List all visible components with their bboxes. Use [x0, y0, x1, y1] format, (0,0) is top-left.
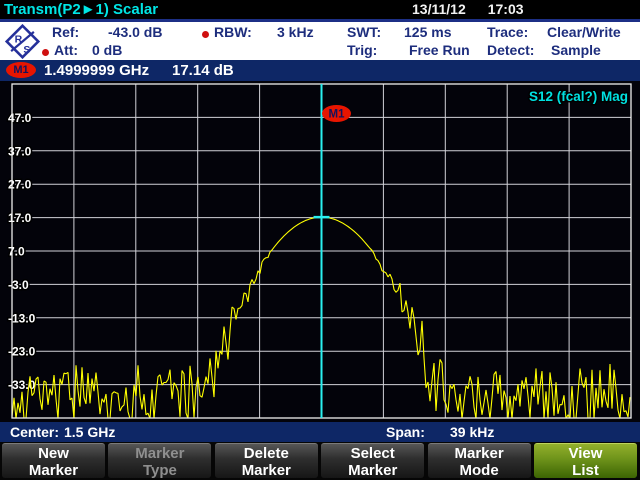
analyzer-screen: Transm(P2►1) Scalar 13/11/12 17:03 R S Re…: [0, 0, 640, 480]
softkey-view-list[interactable]: ViewList: [534, 443, 637, 478]
trace-value[interactable]: Clear/Write: [547, 24, 621, 41]
title-bar: Transm(P2►1) Scalar 13/11/12 17:03: [0, 0, 640, 19]
marker-m1-badge[interactable]: M1: [6, 62, 36, 78]
detect-label: Detect:: [487, 42, 534, 59]
ref-label: Ref:: [52, 24, 79, 41]
softkey-new-marker[interactable]: NewMarker: [2, 443, 105, 478]
trig-value[interactable]: Free Run: [409, 42, 470, 59]
softkey-bar: NewMarkerMarkerTypeDeleteMarkerSelectMar…: [0, 442, 640, 480]
softkey-marker-type: MarkerType: [108, 443, 211, 478]
trig-label: Trig:: [347, 42, 377, 59]
swt-value[interactable]: 125 ms: [404, 24, 451, 41]
swt-label: SWT:: [347, 24, 381, 41]
logo-letter-r: R: [15, 33, 23, 45]
att-manual-dot: [42, 49, 49, 56]
time-label: 17:03: [488, 1, 524, 17]
ref-value[interactable]: -43.0 dB: [108, 24, 162, 41]
softkey-marker-mode[interactable]: MarkerMode: [428, 443, 531, 478]
center-freq-label: Center:: [10, 423, 59, 442]
detect-value[interactable]: Sample: [551, 42, 601, 59]
y-axis-label: -3.0: [8, 278, 29, 292]
softkey-delete-marker[interactable]: DeleteMarker: [215, 443, 318, 478]
marker-readout-bar: M1 1.4999999 GHz 17.14 dB: [0, 60, 640, 81]
settings-panel: R S Ref: -43.0 dB RBW: 3 kHz SWT: 125 ms…: [0, 22, 640, 60]
att-value[interactable]: 0 dB: [92, 42, 122, 59]
marker-level-value: 17.14 dB: [172, 61, 234, 80]
marker-frequency-value[interactable]: 1.4999999 GHz: [44, 61, 149, 80]
rbw-manual-dot: [202, 31, 209, 38]
span-value[interactable]: 39 kHz: [450, 423, 494, 442]
att-label: Att:: [54, 42, 78, 59]
center-freq-value[interactable]: 1.5 GHz: [64, 423, 115, 442]
span-label: Span:: [386, 423, 425, 442]
rs-logo-icon: R S: [4, 24, 41, 59]
y-axis-label: 7.0: [8, 245, 25, 259]
datetime: 13/11/12 17:03: [412, 1, 546, 18]
frequency-bar: Center: 1.5 GHz Span: 39 kHz: [0, 422, 640, 442]
trace-display[interactable]: 47.037.027.017.07.0-3.0-13.0-23.0-33.0 S…: [0, 81, 640, 422]
logo-letter-s: S: [23, 44, 30, 56]
softkey-select-marker[interactable]: SelectMarker: [321, 443, 424, 478]
measurement-mode-title: Transm(P2►1) Scalar: [4, 1, 158, 18]
rbw-value[interactable]: 3 kHz: [277, 24, 314, 41]
marker-m1-flag-label: M1: [329, 109, 346, 121]
date-label: 13/11/12: [412, 1, 466, 17]
rbw-label: RBW:: [214, 24, 252, 41]
trace-label: Trace:: [487, 24, 528, 41]
trace-format-label: S12 (fcal?) Mag: [529, 89, 628, 104]
